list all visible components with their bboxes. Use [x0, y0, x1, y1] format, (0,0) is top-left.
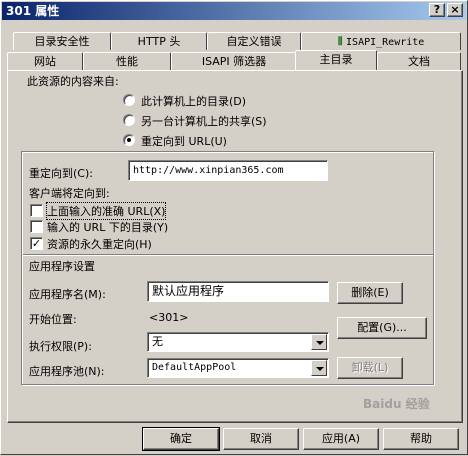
radio-local-directory[interactable]	[123, 94, 135, 106]
checkbox-exact-url-label: 上面输入的准确 URL(X)	[45, 202, 167, 220]
group-separator	[23, 254, 433, 256]
app-pool-value: DefaultAppPool	[152, 362, 237, 373]
redirect-url-input[interactable]: http://www.xinpian365.com	[128, 160, 328, 181]
radio-network-share[interactable]	[123, 114, 135, 126]
execute-permissions-label: 执行权限(P):	[29, 340, 92, 353]
unload-button[interactable]: 卸载(L)	[337, 357, 403, 379]
cancel-button[interactable]: 取消	[223, 428, 299, 450]
radio-redirect-url-label: 重定向到 URL(U)	[141, 135, 227, 148]
app-pool-select[interactable]: DefaultAppPool	[147, 358, 329, 378]
checkbox-directory-below[interactable]	[30, 220, 43, 233]
start-point-value: <301>	[149, 311, 189, 324]
remove-button[interactable]: 删除(E)	[337, 282, 403, 304]
watermark-logo: Baidu 经验	[363, 397, 430, 411]
radio-local-directory-label: 此计算机上的目录(D)	[141, 95, 247, 108]
execute-permissions-select[interactable]: 无	[147, 332, 329, 352]
app-settings-heading: 应用程序设置	[29, 260, 95, 273]
radio-network-share-label: 另一台计算机上的共享(S)	[141, 115, 267, 128]
configure-button[interactable]: 配置(G)...	[337, 317, 427, 339]
chevron-down-icon[interactable]	[311, 360, 327, 376]
apply-button[interactable]: 应用(A)	[303, 428, 379, 450]
help-button[interactable]: 帮助	[383, 428, 459, 450]
content-source-heading: 此资源的内容来自:	[27, 75, 119, 88]
app-pool-label: 应用程序池(N):	[29, 365, 105, 378]
checkbox-directory-below-label: 输入的 URL 下的目录(Y)	[47, 221, 169, 234]
chevron-down-icon[interactable]	[311, 334, 327, 350]
client-redirect-heading: 客户端将定向到:	[29, 187, 110, 200]
app-name-input[interactable]: 默认应用程序	[147, 281, 329, 302]
app-name-label: 应用程序名(M):	[29, 288, 106, 301]
ok-button[interactable]: 确定	[142, 427, 220, 451]
redirect-to-label: 重定向到(C):	[29, 167, 93, 180]
radio-redirect-url[interactable]	[123, 134, 135, 146]
checkbox-permanent-redirect[interactable]: ✓	[30, 237, 43, 250]
execute-permissions-value: 无	[152, 335, 163, 348]
checkbox-exact-url[interactable]	[30, 204, 43, 217]
start-point-label: 开始位置:	[29, 313, 77, 326]
checkbox-permanent-redirect-label: 资源的永久重定向(H)	[47, 238, 152, 251]
properties-dialog: 301 属性 ? × 目录安全性 HTTP 头 自定义错误 ⦀ ISAPI_Re…	[0, 0, 468, 455]
